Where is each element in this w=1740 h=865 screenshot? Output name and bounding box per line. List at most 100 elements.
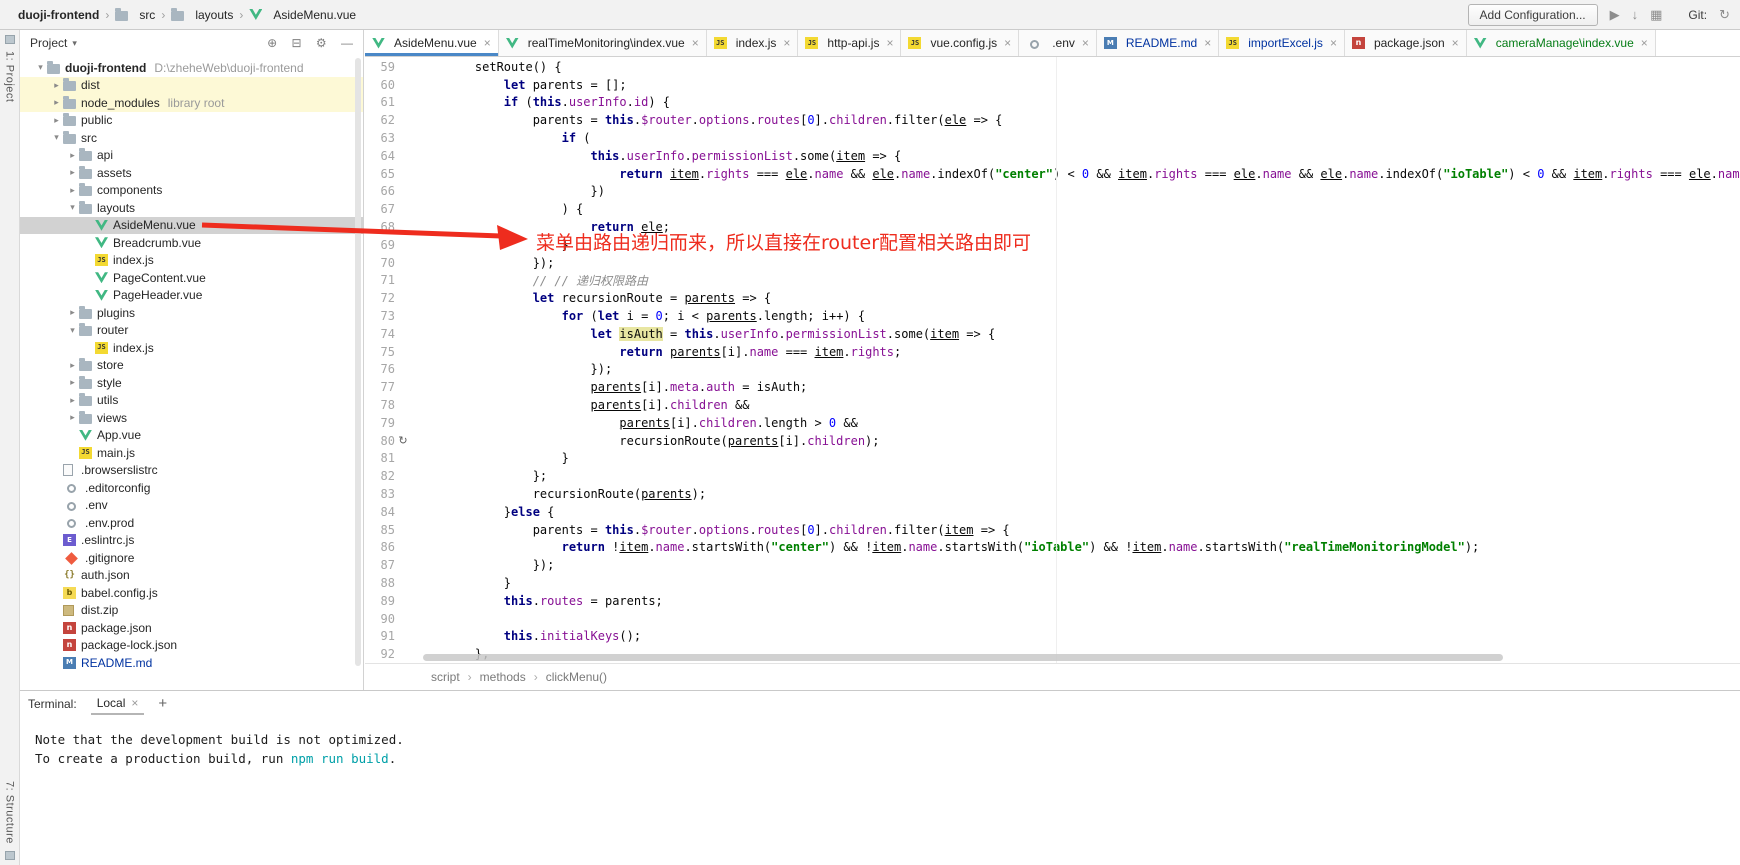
tab-close-icon[interactable]: × bbox=[484, 36, 491, 50]
code-line[interactable]: 71 // // 递归权限路由 bbox=[365, 272, 1740, 290]
code-line[interactable]: 61 if (this.userInfo.id) { bbox=[365, 94, 1740, 112]
code-line[interactable]: 67 ) { bbox=[365, 200, 1740, 218]
chevron-right-icon[interactable]: ▸ bbox=[66, 185, 79, 196]
chevron-right-icon[interactable]: ▸ bbox=[66, 377, 79, 388]
terminal-output[interactable]: Note that the development build is not o… bbox=[20, 716, 1740, 769]
tree-item[interactable]: ▾layouts bbox=[20, 199, 363, 217]
chevron-down-icon[interactable]: ▾ bbox=[50, 132, 63, 143]
editor-tab[interactable]: realTimeMonitoring\index.vue× bbox=[499, 30, 707, 56]
chevron-right-icon[interactable]: ▸ bbox=[50, 97, 63, 108]
chevron-down-icon[interactable]: ▾ bbox=[66, 325, 79, 336]
code-line[interactable]: 79 parents[i].children.length > 0 && bbox=[365, 414, 1740, 432]
tree-item[interactable]: MREADME.md bbox=[20, 654, 363, 672]
tab-close-icon[interactable]: × bbox=[1082, 36, 1089, 50]
structure-tool-icon[interactable] bbox=[5, 851, 15, 860]
code-line[interactable]: 59 setRoute() { bbox=[365, 58, 1740, 76]
terminal-tab-local[interactable]: Local × bbox=[91, 692, 145, 715]
tree-item[interactable]: Breadcrumb.vue bbox=[20, 234, 363, 252]
code-line[interactable]: 75 return parents[i].name === item.right… bbox=[365, 343, 1740, 361]
chevron-right-icon[interactable]: ▸ bbox=[50, 80, 63, 91]
tree-item[interactable]: JSindex.js bbox=[20, 252, 363, 270]
tree-item[interactable]: dist.zip bbox=[20, 602, 363, 620]
tree-item[interactable]: ▾duoji-frontendD:\zheheWeb\duoji-fronten… bbox=[20, 59, 363, 77]
tree-item[interactable]: ▸plugins bbox=[20, 304, 363, 322]
breadcrumb-item[interactable]: AsideMenu.vue bbox=[273, 8, 356, 22]
code-line[interactable]: 64 this.userInfo.permissionList.some(ite… bbox=[365, 147, 1740, 165]
tree-item[interactable]: npackage-lock.json bbox=[20, 637, 363, 655]
chevron-right-icon[interactable]: ▸ bbox=[66, 412, 79, 423]
code-line[interactable]: 86 return !item.name.startsWith("center"… bbox=[365, 539, 1740, 557]
code-line[interactable]: 78 parents[i].children && bbox=[365, 396, 1740, 414]
tree-item[interactable]: {}auth.json bbox=[20, 567, 363, 585]
run-icon[interactable]: ▶ bbox=[1610, 8, 1620, 21]
update-project-icon[interactable]: ↓ bbox=[1632, 8, 1639, 21]
tree-item[interactable]: ▸store bbox=[20, 357, 363, 375]
tab-close-icon[interactable]: × bbox=[692, 36, 699, 50]
code-line[interactable]: 72 let recursionRoute = parents => { bbox=[365, 289, 1740, 307]
tab-close-icon[interactable]: × bbox=[783, 36, 790, 50]
tree-item[interactable]: .editorconfig bbox=[20, 479, 363, 497]
tree-item[interactable]: PageContent.vue bbox=[20, 269, 363, 287]
editor-tab[interactable]: JSimportExcel.js× bbox=[1219, 30, 1345, 56]
tree-item[interactable]: .gitignore bbox=[20, 549, 363, 567]
editor-tab[interactable]: npackage.json× bbox=[1345, 30, 1467, 56]
tree-item[interactable]: E.eslintrc.js bbox=[20, 532, 363, 550]
tree-item[interactable]: .browserslistrc bbox=[20, 462, 363, 480]
chevron-right-icon[interactable]: ▸ bbox=[66, 150, 79, 161]
code-editor[interactable]: 59 setRoute() {60 let parents = [];61 if… bbox=[365, 57, 1740, 663]
code-line[interactable]: 74 let isAuth = this.userInfo.permission… bbox=[365, 325, 1740, 343]
code-line[interactable]: 60 let parents = []; bbox=[365, 76, 1740, 94]
new-terminal-button[interactable]: + bbox=[158, 695, 167, 712]
code-line[interactable]: 65 return item.rights === ele.name && el… bbox=[365, 165, 1740, 183]
project-tree-scrollbar[interactable] bbox=[355, 58, 361, 666]
tree-item[interactable]: ▸node_moduleslibrary root bbox=[20, 94, 363, 112]
code-line[interactable]: 91 this.initialKeys(); bbox=[365, 628, 1740, 646]
editor-tab[interactable]: .env× bbox=[1019, 30, 1097, 56]
code-line[interactable]: 83 recursionRoute(parents); bbox=[365, 485, 1740, 503]
code-line[interactable]: 66 }) bbox=[365, 183, 1740, 201]
add-configuration-button[interactable]: Add Configuration... bbox=[1468, 4, 1598, 26]
tree-item[interactable]: ▸views bbox=[20, 409, 363, 427]
tree-item[interactable]: ▸components bbox=[20, 182, 363, 200]
code-line[interactable]: 62 parents = this.$router.options.routes… bbox=[365, 111, 1740, 129]
code-line[interactable]: 84 }else { bbox=[365, 503, 1740, 521]
tab-close-icon[interactable]: × bbox=[1004, 36, 1011, 50]
tree-item[interactable]: .env.prod bbox=[20, 514, 363, 532]
tree-item[interactable]: npackage.json bbox=[20, 619, 363, 637]
code-line[interactable]: 77 parents[i].meta.auth = isAuth; bbox=[365, 378, 1740, 396]
tree-item[interactable]: ▸dist bbox=[20, 77, 363, 95]
tree-item[interactable]: ▸assets bbox=[20, 164, 363, 182]
code-line[interactable]: 76 }); bbox=[365, 361, 1740, 379]
tree-item[interactable]: ▾src bbox=[20, 129, 363, 147]
project-tool-window-button[interactable]: 1: Project bbox=[4, 51, 16, 102]
editor-breadcrumb-item[interactable]: clickMenu() bbox=[546, 670, 607, 684]
editor-tab[interactable]: JSvue.config.js× bbox=[901, 30, 1019, 56]
chevron-down-icon[interactable]: ▾ bbox=[34, 62, 47, 73]
code-line[interactable]: 85 parents = this.$router.options.routes… bbox=[365, 521, 1740, 539]
grid-icon[interactable]: ▦ bbox=[1650, 8, 1662, 21]
tree-item[interactable]: ▸style bbox=[20, 374, 363, 392]
editor-tab[interactable]: cameraManage\index.vue× bbox=[1467, 30, 1656, 56]
tab-close-icon[interactable]: × bbox=[1204, 36, 1211, 50]
settings-icon[interactable]: ⚙ bbox=[316, 36, 327, 50]
code-line[interactable]: 90 bbox=[365, 610, 1740, 628]
tree-item[interactable]: PageHeader.vue bbox=[20, 287, 363, 305]
code-line[interactable]: 89 this.routes = parents; bbox=[365, 592, 1740, 610]
breadcrumb-item[interactable]: layouts bbox=[195, 8, 233, 22]
chevron-right-icon[interactable]: ▸ bbox=[66, 307, 79, 318]
chevron-right-icon[interactable]: ▸ bbox=[50, 115, 63, 126]
project-tool-icon[interactable] bbox=[5, 35, 15, 44]
structure-tool-window-button[interactable]: 7: Structure bbox=[4, 781, 16, 844]
code-line[interactable]: 87 }); bbox=[365, 556, 1740, 574]
project-view-selector[interactable]: Project ▾ bbox=[30, 36, 77, 50]
tree-item[interactable]: JSindex.js bbox=[20, 339, 363, 357]
editor-breadcrumb-item[interactable]: script bbox=[431, 670, 460, 684]
code-line[interactable]: 70 }); bbox=[365, 254, 1740, 272]
tree-item[interactable]: ▸api bbox=[20, 147, 363, 165]
tree-item[interactable]: bbabel.config.js bbox=[20, 584, 363, 602]
editor-tab[interactable]: AsideMenu.vue× bbox=[365, 30, 499, 56]
breadcrumb-item[interactable]: src bbox=[139, 8, 155, 22]
code-line[interactable]: 73 for (let i = 0; i < parents.length; i… bbox=[365, 307, 1740, 325]
collapse-all-icon[interactable]: ⊟ bbox=[291, 36, 301, 50]
chevron-right-icon[interactable]: ▸ bbox=[66, 360, 79, 371]
